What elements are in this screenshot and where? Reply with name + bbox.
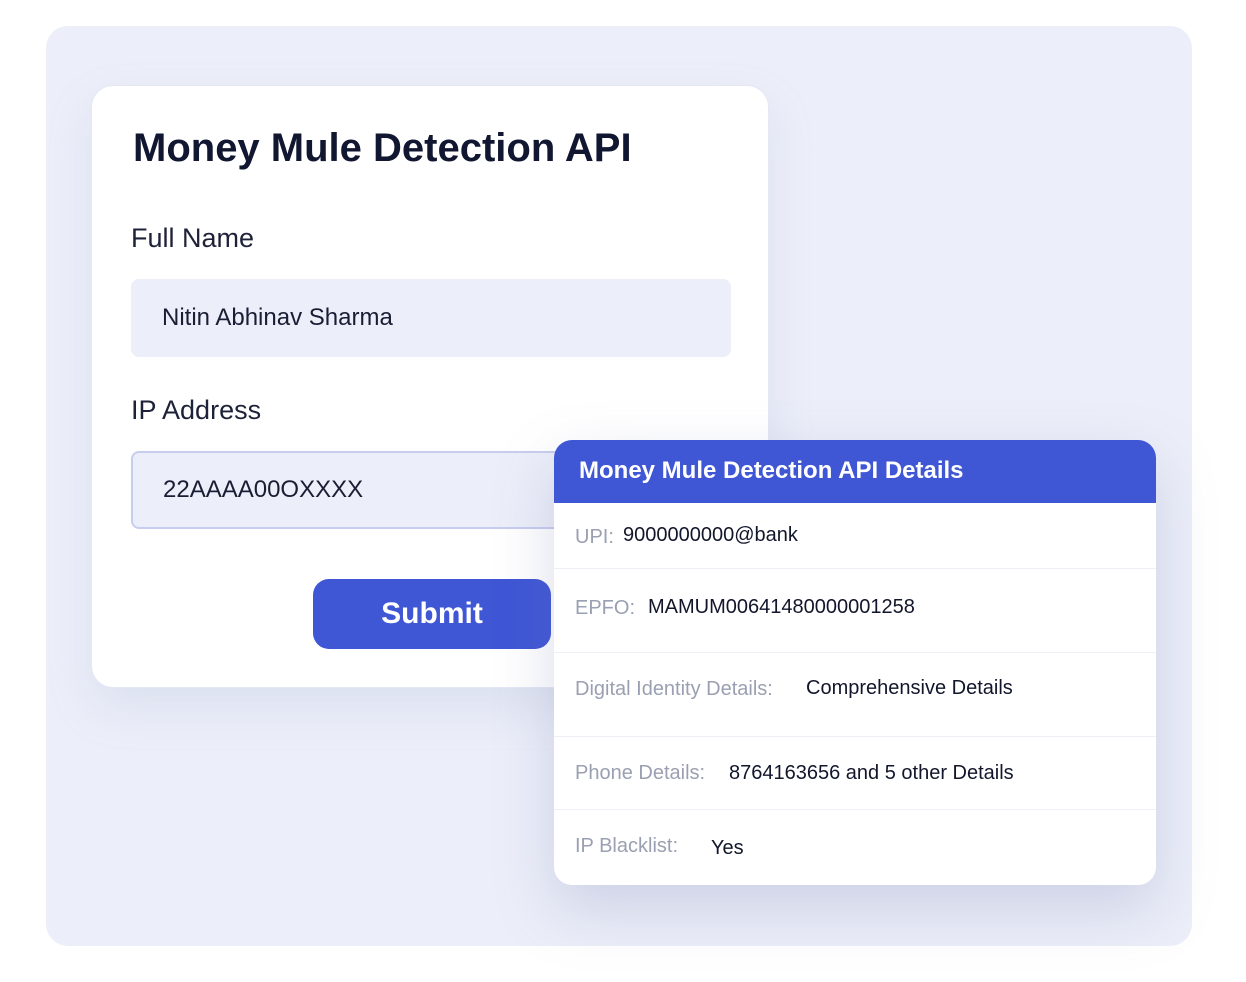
submit-button[interactable]: Submit xyxy=(313,579,551,649)
detail-key-ip-blacklist: IP Blacklist: xyxy=(575,835,678,857)
detail-key-epfo: EPFO: xyxy=(575,597,636,619)
detail-row-ip-blacklist: IP Blacklist: Yes xyxy=(554,810,1156,885)
detail-key-upi: UPI: xyxy=(575,526,614,548)
api-details-card: Money Mule Detection API Details UPI: 90… xyxy=(554,440,1156,885)
detail-row-digital-identity: Digital Identity Details: Comprehensive … xyxy=(554,653,1156,737)
details-title: Money Mule Detection API Details xyxy=(579,457,964,484)
detail-value-phone: 8764163656 and 5 other Details xyxy=(729,762,1014,784)
detail-row-epfo: EPFO: MAMUM00641480000001258 xyxy=(554,569,1156,653)
full-name-label: Full Name xyxy=(131,223,255,253)
full-name-input[interactable] xyxy=(131,279,731,357)
ip-address-label: IP Address xyxy=(131,395,262,425)
detail-value-epfo: MAMUM00641480000001258 xyxy=(648,596,915,618)
detail-key-phone: Phone Details: xyxy=(575,762,706,784)
detail-value-upi: 9000000000@bank xyxy=(623,524,798,546)
details-header: Money Mule Detection API Details xyxy=(554,440,1156,503)
form-title: Money Mule Detection API xyxy=(133,126,632,170)
detail-key-digital-identity: Digital Identity Details: xyxy=(575,678,773,700)
detail-row-upi: UPI: 9000000000@bank xyxy=(554,503,1156,569)
detail-value-digital-identity: Comprehensive Details xyxy=(806,677,1013,699)
detail-row-phone: Phone Details: 8764163656 and 5 other De… xyxy=(554,737,1156,810)
detail-value-ip-blacklist: Yes xyxy=(711,837,744,859)
